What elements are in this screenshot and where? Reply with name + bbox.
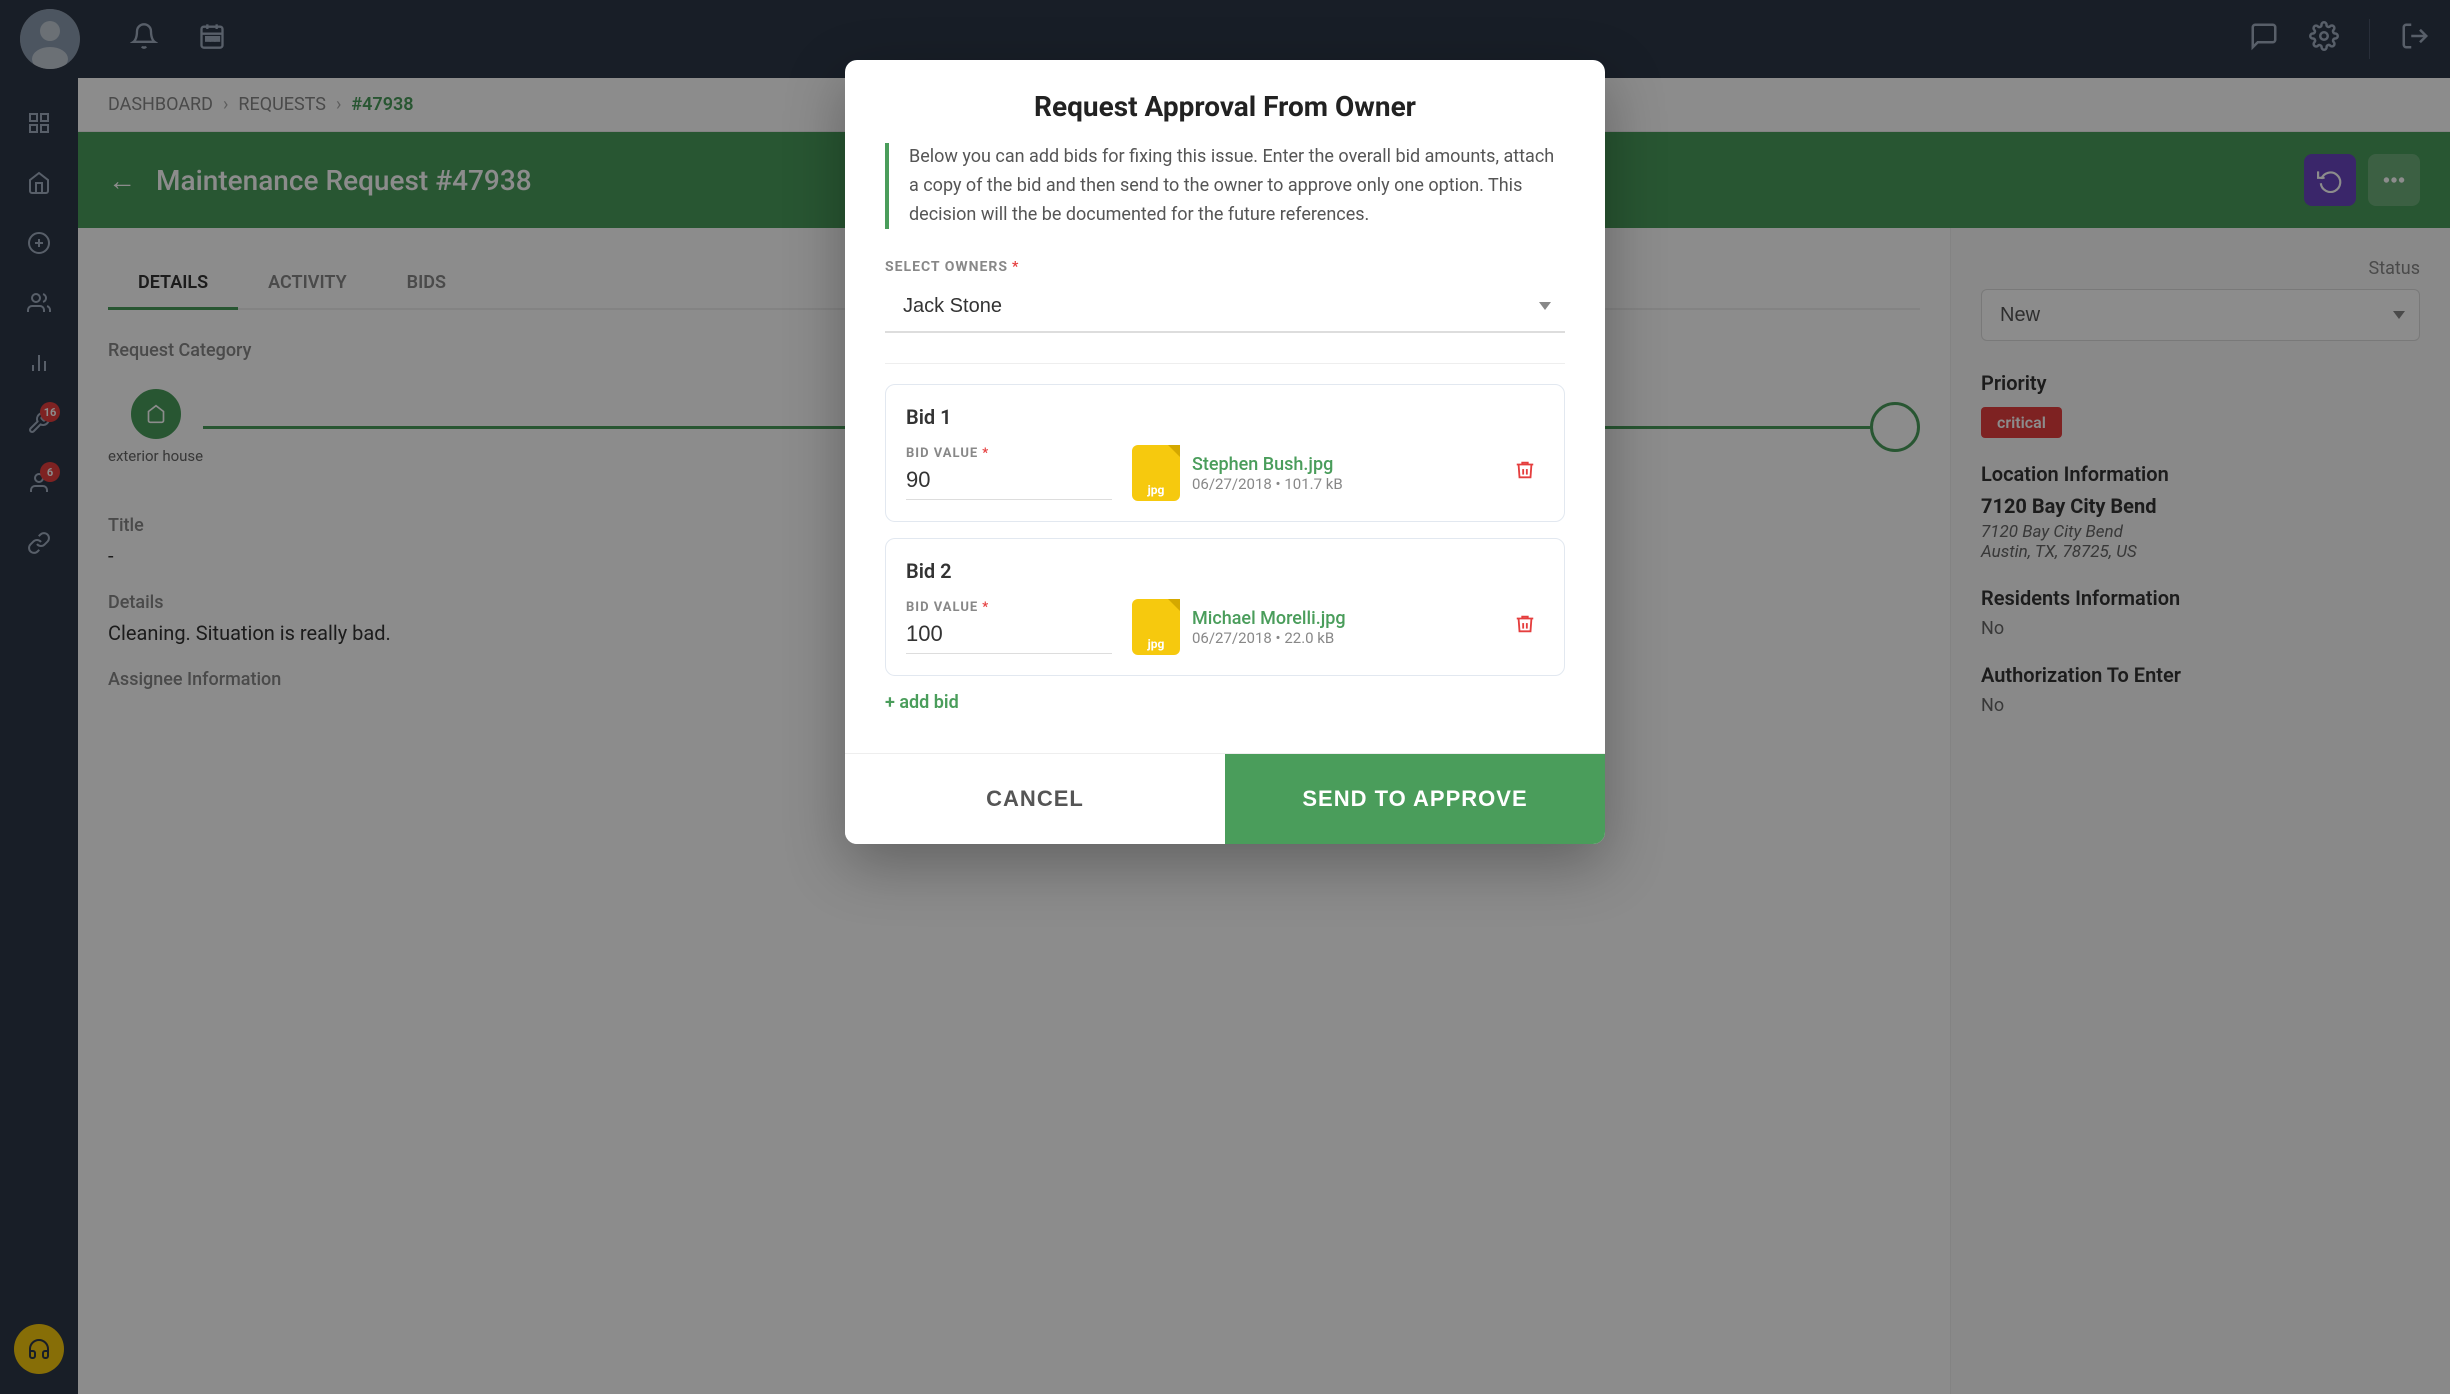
send-to-approve-button[interactable]: SEND TO APPROVE: [1225, 754, 1605, 844]
modal-description: Below you can add bids for fixing this i…: [885, 143, 1565, 229]
owners-select[interactable]: Jack Stone: [885, 281, 1565, 333]
bid-1-file: jpg Stephen Bush.jpg 06/27/2018 • 101.7 …: [1132, 445, 1544, 501]
modal-divider: [885, 363, 1565, 364]
bid-2-file-info: Michael Morelli.jpg 06/27/2018 • 22.0 kB: [1192, 608, 1494, 647]
bid-1-file-name[interactable]: Stephen Bush.jpg: [1192, 454, 1494, 475]
modal-footer: CANCEL SEND TO APPROVE: [845, 753, 1605, 844]
bid-2-value-field: BID VALUE*: [906, 600, 1112, 654]
modal: Request Approval From Owner Below you ca…: [845, 60, 1605, 844]
bid-2-title: Bid 2: [906, 559, 1544, 583]
modal-title: Request Approval From Owner: [885, 90, 1565, 123]
bid-card-2: Bid 2 BID VALUE* jpg Michael Morelli.j: [885, 538, 1565, 676]
modal-body: Below you can add bids for fixing this i…: [845, 143, 1605, 753]
bid-2-delete-button[interactable]: [1506, 605, 1544, 649]
modal-overlay[interactable]: Request Approval From Owner Below you ca…: [0, 0, 2450, 1394]
bid-1-delete-button[interactable]: [1506, 451, 1544, 495]
bid-2-file-meta: 06/27/2018 • 22.0 kB: [1192, 629, 1494, 647]
bid-1-title: Bid 1: [906, 405, 1544, 429]
bid-1-file-ext: jpg: [1148, 483, 1165, 497]
bid-2-row: BID VALUE* jpg Michael Morelli.jpg 06/27…: [906, 599, 1544, 655]
bid-2-file-name[interactable]: Michael Morelli.jpg: [1192, 608, 1494, 629]
bid-2-value-label: BID VALUE*: [906, 600, 1112, 615]
owners-select-label: SELECT OWNERS*: [885, 259, 1565, 275]
cancel-button[interactable]: CANCEL: [845, 754, 1225, 844]
bid-2-file-icon: jpg: [1132, 599, 1180, 655]
bid-1-row: BID VALUE* jpg Stephen Bush.jpg 06/27/20…: [906, 445, 1544, 501]
add-bid-button[interactable]: + add bid: [885, 692, 1565, 713]
bid-1-file-icon: jpg: [1132, 445, 1180, 501]
bid-1-value-input[interactable]: [906, 461, 1112, 500]
bid-2-value-input[interactable]: [906, 615, 1112, 654]
bid-1-value-label: BID VALUE*: [906, 446, 1112, 461]
owners-required-marker: *: [1012, 259, 1019, 275]
bid-card-1: Bid 1 BID VALUE* jpg Stephen Bush.jpg: [885, 384, 1565, 522]
bid-1-value-field: BID VALUE*: [906, 446, 1112, 500]
bid-1-file-meta: 06/27/2018 • 101.7 kB: [1192, 475, 1494, 493]
bid-2-file: jpg Michael Morelli.jpg 06/27/2018 • 22.…: [1132, 599, 1544, 655]
bid-1-file-info: Stephen Bush.jpg 06/27/2018 • 101.7 kB: [1192, 454, 1494, 493]
owners-select-field: SELECT OWNERS* Jack Stone: [885, 259, 1565, 333]
bid-2-file-ext: jpg: [1148, 637, 1165, 651]
modal-header: Request Approval From Owner: [845, 60, 1605, 143]
